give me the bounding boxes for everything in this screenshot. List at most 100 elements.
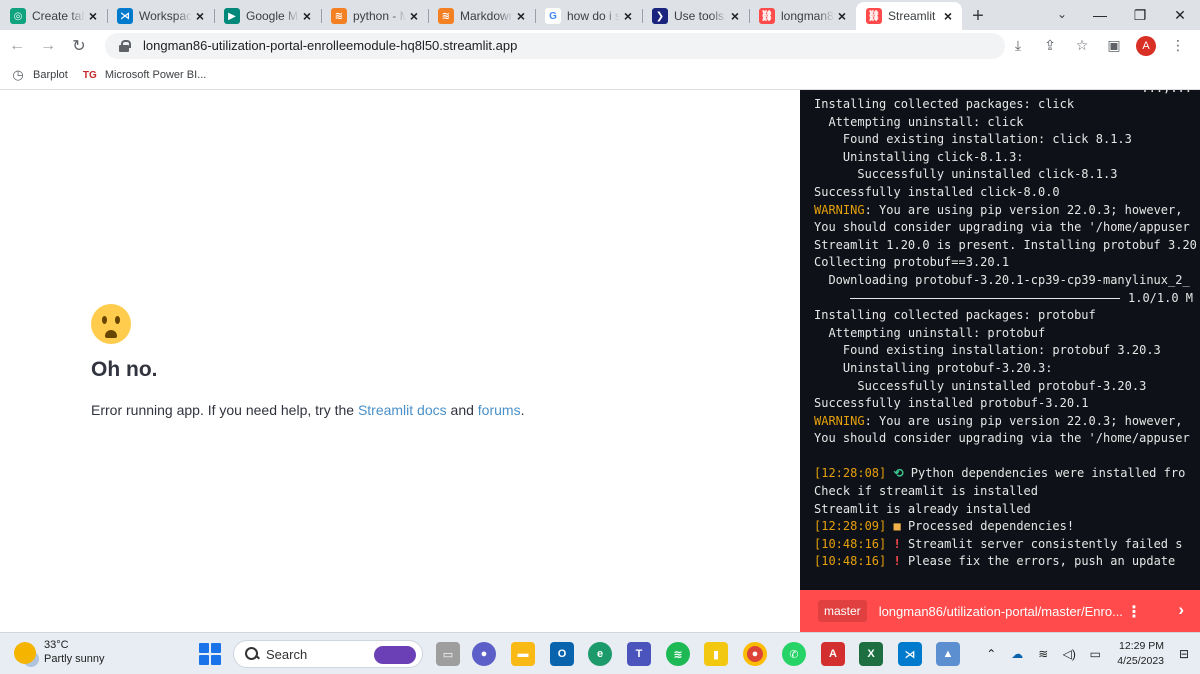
sidepanel-icon[interactable]: ▣ (1100, 32, 1128, 60)
tab-close-icon[interactable]: × (513, 8, 529, 24)
minimize-icon[interactable]: — (1080, 0, 1120, 30)
reload-icon[interactable]: ↻ (65, 32, 93, 60)
weather-condition: Partly sunny (44, 653, 105, 665)
tab-close-icon[interactable]: × (85, 8, 101, 24)
log-line: Check if streamlit is installed (814, 484, 1038, 499)
notifications-icon[interactable]: ⊟ (1174, 644, 1194, 664)
tab-title: Use tools (674, 9, 725, 23)
tab-7[interactable]: ⛓ longman86× (749, 2, 856, 30)
back-icon[interactable]: ← (3, 32, 31, 60)
more-options-icon[interactable]: ⋮ (1126, 602, 1142, 622)
tab-title: Markdown (460, 9, 513, 23)
tab-4[interactable]: ≋ Markdown × (428, 2, 535, 30)
bookmarks-bar: ◷ Barplot TG Microsoft Power BI... (0, 61, 1200, 90)
battery-icon[interactable]: ▭ (1085, 644, 1105, 664)
manage-app-bar: master longman86/utilization-portal/mast… (800, 590, 1200, 632)
tab-0[interactable]: ◎ Create table× (0, 2, 107, 30)
repo-path[interactable]: longman86/utilization-portal/master/Enro… (879, 604, 1123, 619)
tab-1[interactable]: ⋊ Workspace× (107, 2, 214, 30)
photos-icon[interactable]: ▲ (936, 642, 960, 666)
whatsapp-icon[interactable]: ✆ (782, 642, 806, 666)
clock[interactable]: 12:29 PM 4/25/2023 (1117, 639, 1164, 669)
restore-icon[interactable]: ❐ (1120, 0, 1160, 30)
red-status-icon: ! (893, 536, 901, 551)
onedrive-icon[interactable]: ☁ (1007, 644, 1027, 664)
install-app-icon[interactable]: ⤓ (1004, 32, 1032, 60)
start-button[interactable] (199, 643, 221, 665)
menu-kebab-icon[interactable]: ⋮ (1164, 32, 1192, 60)
taskbar-search[interactable]: Search (233, 640, 423, 668)
volume-icon[interactable]: ◁) (1059, 644, 1079, 664)
log-line: Found existing installation: protobuf 3.… (814, 343, 1161, 358)
task-view-icon[interactable]: ▭ (436, 642, 460, 666)
vscode-icon[interactable]: ⋊ (898, 642, 922, 666)
bookmark-barplot[interactable]: ◷ Barplot (10, 67, 68, 83)
new-tab-button[interactable]: + (962, 2, 994, 30)
tab-close-icon[interactable]: × (940, 8, 956, 24)
acrobat-icon[interactable]: A (821, 642, 845, 666)
excel-icon[interactable]: X (859, 642, 883, 666)
tab-title: Workspace (139, 9, 192, 23)
frowning-face-icon (91, 304, 131, 344)
url-text: longman86-utilization-portal-enrolleemod… (143, 38, 518, 53)
teams-icon[interactable]: T (627, 642, 651, 666)
tab-favicon-icon: ≋ (331, 8, 347, 24)
share-icon[interactable]: ⇪ (1036, 32, 1064, 60)
weather-widget[interactable]: 33°C Partly sunny (14, 639, 105, 666)
box-status-icon: ■ (893, 519, 901, 534)
log-line: Successfully installed protobuf-3.20.1 (814, 396, 1089, 411)
browser-toolbar: ← → ↻ longman86-utilization-portal-enrol… (0, 30, 1200, 61)
avatar: A (1136, 35, 1156, 56)
forward-icon[interactable]: → (34, 32, 62, 60)
bookmark-powerbi[interactable]: TG Microsoft Power BI... (82, 67, 206, 83)
log-line: Downloading protobuf-3.20.1-cp39-cp39-ma… (814, 272, 1190, 287)
profile-button[interactable]: A (1132, 32, 1160, 60)
log-line: Successfully uninstalled protobuf-3.20.3 (814, 378, 1147, 393)
log-console[interactable]: ...,... Installing collected packages: c… (800, 90, 1200, 590)
bookmark-star-icon[interactable]: ☆ (1068, 32, 1096, 60)
spotify-icon[interactable]: ≋ (666, 642, 690, 666)
tab-title: Google Meet (246, 9, 299, 23)
tab-close-icon[interactable]: × (834, 8, 850, 24)
system-tray: ⌃ ☁ ≋ ◁) ▭ 12:29 PM 4/25/2023 ⊟ (981, 633, 1200, 674)
truncated-log-line: ...,... (1141, 90, 1192, 95)
chrome-icon[interactable]: ● (743, 642, 767, 666)
toolbar-right: ⤓ ⇪ ☆ ▣ A ⋮ (1004, 30, 1192, 61)
tab-strip: ◎Create table×⋊Workspace×▶Google Meet×≋p… (0, 0, 1200, 30)
log-line: Streamlit 1.20.0 is present. Installing … (814, 237, 1197, 252)
teams-chat-icon[interactable]: ● (472, 642, 496, 666)
search-icon (244, 646, 260, 662)
chevron-right-icon[interactable]: › (1178, 600, 1184, 620)
streamlit-docs-link[interactable]: Streamlit docs (358, 402, 447, 418)
tab-6[interactable]: ❯ Use tools × (642, 2, 749, 30)
wifi-icon[interactable]: ≋ (1033, 644, 1053, 664)
chevron-up-icon[interactable]: ⌃ (981, 644, 1001, 664)
clock-time: 12:29 PM (1119, 640, 1164, 652)
tab-2[interactable]: ▶ Google Meet× (214, 2, 321, 30)
power-bi-icon[interactable]: ▮ (704, 642, 728, 666)
tab-close-icon[interactable]: × (406, 8, 422, 24)
windows-taskbar: 33°C Partly sunny Search ▭ ● ▬ O e T ≋ ▮… (0, 632, 1200, 674)
tab-8[interactable]: ⛓ Streamlit × (856, 2, 962, 30)
branch-badge[interactable]: master (818, 600, 867, 622)
outlook-icon[interactable]: O (550, 642, 574, 666)
close-window-icon[interactable]: ✕ (1160, 0, 1200, 30)
partly-sunny-icon (14, 641, 36, 664)
log-line: Streamlit is already installed (814, 501, 1031, 516)
log-line: You should consider upgrading via the '/… (814, 220, 1190, 235)
address-bar[interactable]: longman86-utilization-portal-enrolleemod… (105, 32, 1005, 59)
tab-close-icon[interactable]: × (727, 8, 743, 24)
forums-link[interactable]: forums (478, 402, 521, 418)
search-label: Search (266, 646, 308, 662)
tab-3[interactable]: ≋ python - M × (321, 2, 428, 30)
error-message: Error running app. If you need help, try… (91, 402, 525, 418)
tab-5[interactable]: Ghow do i s × (535, 2, 642, 30)
edge-icon[interactable]: e (588, 642, 612, 666)
tab-close-icon[interactable]: × (620, 8, 636, 24)
log-line: Attempting uninstall: protobuf (814, 325, 1046, 340)
tab-search-icon[interactable]: ⌄ (1052, 4, 1072, 24)
tab-close-icon[interactable]: × (299, 8, 315, 24)
tab-close-icon[interactable]: × (192, 8, 208, 24)
tab-favicon-icon: ≋ (438, 8, 454, 24)
file-explorer-icon[interactable]: ▬ (511, 642, 535, 666)
